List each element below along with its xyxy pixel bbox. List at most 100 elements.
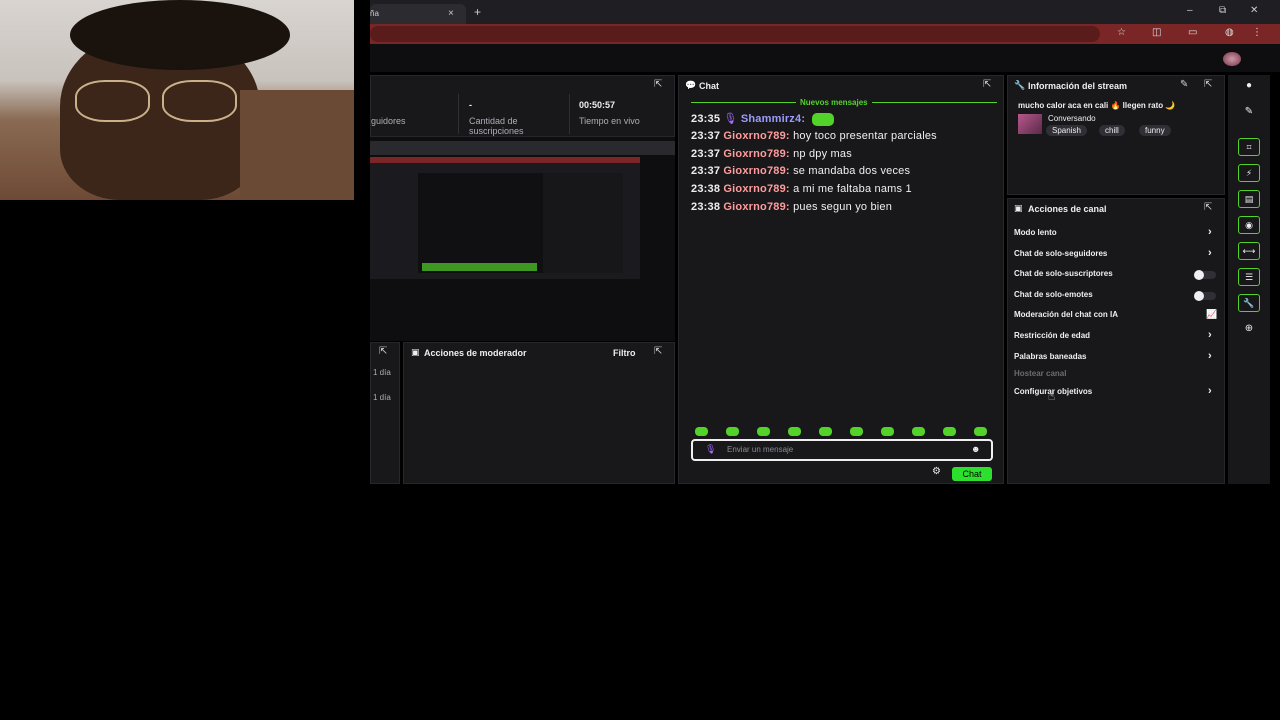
popout-icon[interactable]: ⇱ <box>654 346 662 357</box>
followers-label: guidores <box>371 116 406 126</box>
host-channel-item: Hostear canal <box>1014 369 1067 378</box>
stream-info-panel: 🔧 Información del stream ✎ ⇱ mucho calor… <box>1007 75 1225 195</box>
channel-action-label: Moderación del chat con IA <box>1014 310 1119 320</box>
avatar[interactable] <box>1223 52 1241 66</box>
profile-icon[interactable]: ◍ <box>1225 27 1234 38</box>
chat-username[interactable]: Gioxrno789: <box>723 148 789 160</box>
browser-tab[interactable]: ña × <box>370 4 466 24</box>
mod-actions-icon: ▣ <box>411 347 420 357</box>
channel-actions-title: Acciones de canal <box>1028 204 1107 214</box>
toggle-switch[interactable] <box>1194 270 1216 281</box>
toggle-switch[interactable] <box>1194 290 1216 301</box>
channel-action-item[interactable]: Modo lento › <box>1014 226 1218 240</box>
quick-action-bolt-icon[interactable]: ⚡ <box>1238 164 1260 182</box>
webcam-glasses-left <box>75 80 150 122</box>
chat-timestamp: 23:35 <box>691 113 721 125</box>
ban-duration: 1 día <box>373 393 391 402</box>
emote-suggestion[interactable] <box>819 427 832 436</box>
stream-preview-thumbnail[interactable] <box>370 157 640 279</box>
emote-suggestion[interactable] <box>695 427 708 436</box>
chevron-right-icon: › <box>1208 329 1212 341</box>
emote-suggestion[interactable] <box>912 427 925 436</box>
tag[interactable]: Spanish <box>1046 125 1087 136</box>
mod-log-panel: ⇱ 1 día 1 día <box>370 342 400 484</box>
mic-icon[interactable]: 🎙 <box>705 444 716 455</box>
subs-value: - <box>469 100 472 110</box>
quick-action-broadcast-icon[interactable]: ⟷ <box>1238 242 1260 260</box>
quick-action-scan-icon[interactable]: ⌗ <box>1238 138 1260 156</box>
webcam-shoulder <box>240 90 354 200</box>
emote-suggestion[interactable] <box>726 427 739 436</box>
maximize-icon[interactable]: ⧉ <box>1219 5 1226 16</box>
extensions-icon[interactable]: ◫ <box>1152 27 1161 38</box>
channel-action-item[interactable]: Chat de solo-seguidores › <box>1014 247 1218 261</box>
browser-address-row: ☆ ◫ ▭ ◍ ⋮ <box>370 24 1280 44</box>
new-tab-icon[interactable]: + <box>474 5 481 19</box>
chat-text: hoy toco presentar parciales <box>793 129 937 142</box>
new-messages-label: Nuevos mensajes <box>796 98 872 107</box>
channel-action-item[interactable]: Chat de solo-suscriptores <box>1014 269 1218 281</box>
chat-timestamp: 23:37 <box>691 129 721 142</box>
window-close-icon[interactable]: ✕ <box>1250 5 1258 16</box>
stats-panel: ⇱ guidores - Cantidad de suscripciones 0… <box>370 75 675 137</box>
add-action-icon[interactable]: ⊕ <box>1238 323 1260 339</box>
webcam-glasses-right <box>162 80 237 122</box>
minimize-icon[interactable]: – <box>1187 5 1193 16</box>
popout-icon[interactable]: ⇱ <box>654 79 662 90</box>
mod-actions-title: Acciones de moderador <box>424 348 527 358</box>
popout-icon[interactable]: ⇱ <box>1204 79 1212 90</box>
tab-close-icon[interactable]: × <box>448 8 454 19</box>
emote-suggestion[interactable] <box>757 427 770 436</box>
emote-picker-icon[interactable]: ☻ <box>971 444 980 454</box>
category-thumbnail <box>1018 114 1042 134</box>
chat-settings-gear-icon[interactable]: ⚙ <box>932 466 941 477</box>
quick-action-layout-icon[interactable]: ☰ <box>1238 268 1260 286</box>
chat-username[interactable]: Gioxrno789: <box>723 183 789 195</box>
mod-actions-panel: ▣ Acciones de moderador Filtro ⇱ <box>403 342 675 484</box>
emote-suggestion[interactable] <box>881 427 894 436</box>
channel-action-item[interactable]: Chat de solo-emotes <box>1014 290 1218 302</box>
quick-action-message-icon[interactable]: ◉ <box>1238 216 1260 234</box>
chat-username[interactable]: Gioxrno789: <box>723 130 789 142</box>
channel-actions-icon: ▣ <box>1014 203 1023 213</box>
popout-icon[interactable]: ⇱ <box>983 79 991 90</box>
popout-icon[interactable]: ⇱ <box>1204 202 1212 213</box>
popout-icon[interactable]: ⇱ <box>379 346 387 357</box>
live-time-label: Tiempo en vivo <box>579 116 640 126</box>
edit-pencil-icon[interactable]: ✎ <box>1180 79 1188 90</box>
emote-suggestion[interactable] <box>943 427 956 436</box>
emote-suggestion[interactable] <box>850 427 863 436</box>
chat-text: a mi me faltaba nams 1 <box>793 183 912 196</box>
chat-input[interactable]: 🎙 Enviar un mensaje ☻ <box>691 439 993 461</box>
emote-suggestion[interactable] <box>974 427 987 436</box>
emote-suggestion[interactable] <box>788 427 801 436</box>
subs-label: Cantidad de suscripciones <box>469 116 524 136</box>
channel-action-item[interactable]: Restricción de edad › <box>1014 329 1218 343</box>
address-bar[interactable] <box>370 26 1100 42</box>
chat-input-placeholder: Enviar un mensaje <box>727 445 794 454</box>
chat-emote <box>812 112 835 126</box>
chat-username[interactable]: Gioxrno789: <box>723 201 789 213</box>
tag[interactable]: funny <box>1139 125 1171 136</box>
configure-goals-item[interactable]: Configurar objetivos › <box>1014 385 1218 399</box>
channel-action-label: Chat de solo-seguidores <box>1014 248 1108 258</box>
chat-message: 23:38 Gioxrno789: a mi me faltaba nams 1 <box>691 183 912 195</box>
sidebar-icon[interactable]: ▭ <box>1188 27 1197 38</box>
chart-icon: 📈 <box>1206 309 1218 320</box>
chat-timestamp: 23:37 <box>691 147 721 160</box>
filter-button[interactable]: Filtro <box>613 348 636 358</box>
tab-title: ña <box>370 9 379 18</box>
channel-action-item[interactable]: Palabras baneadas › <box>1014 350 1218 364</box>
pen-icon[interactable]: ✎ <box>1238 106 1260 122</box>
tag[interactable]: chill <box>1099 125 1125 136</box>
chat-username[interactable]: Gioxrno789: <box>723 165 789 177</box>
chat-send-button[interactable]: Chat <box>952 467 992 481</box>
channel-action-label: Chat de solo-emotes <box>1014 289 1093 299</box>
info-icon[interactable]: ● <box>1238 80 1260 96</box>
browser-menu-icon[interactable]: ⋮ <box>1252 27 1262 38</box>
channel-action-item[interactable]: Moderación del chat con IA 📈 <box>1014 309 1218 322</box>
quick-action-chat-icon[interactable]: ▤ <box>1238 190 1260 208</box>
bookmark-star-icon[interactable]: ☆ <box>1117 27 1126 38</box>
quick-action-wrench-icon[interactable]: 🔧 <box>1238 294 1260 312</box>
chat-username[interactable]: Shammirz4: <box>741 113 805 125</box>
